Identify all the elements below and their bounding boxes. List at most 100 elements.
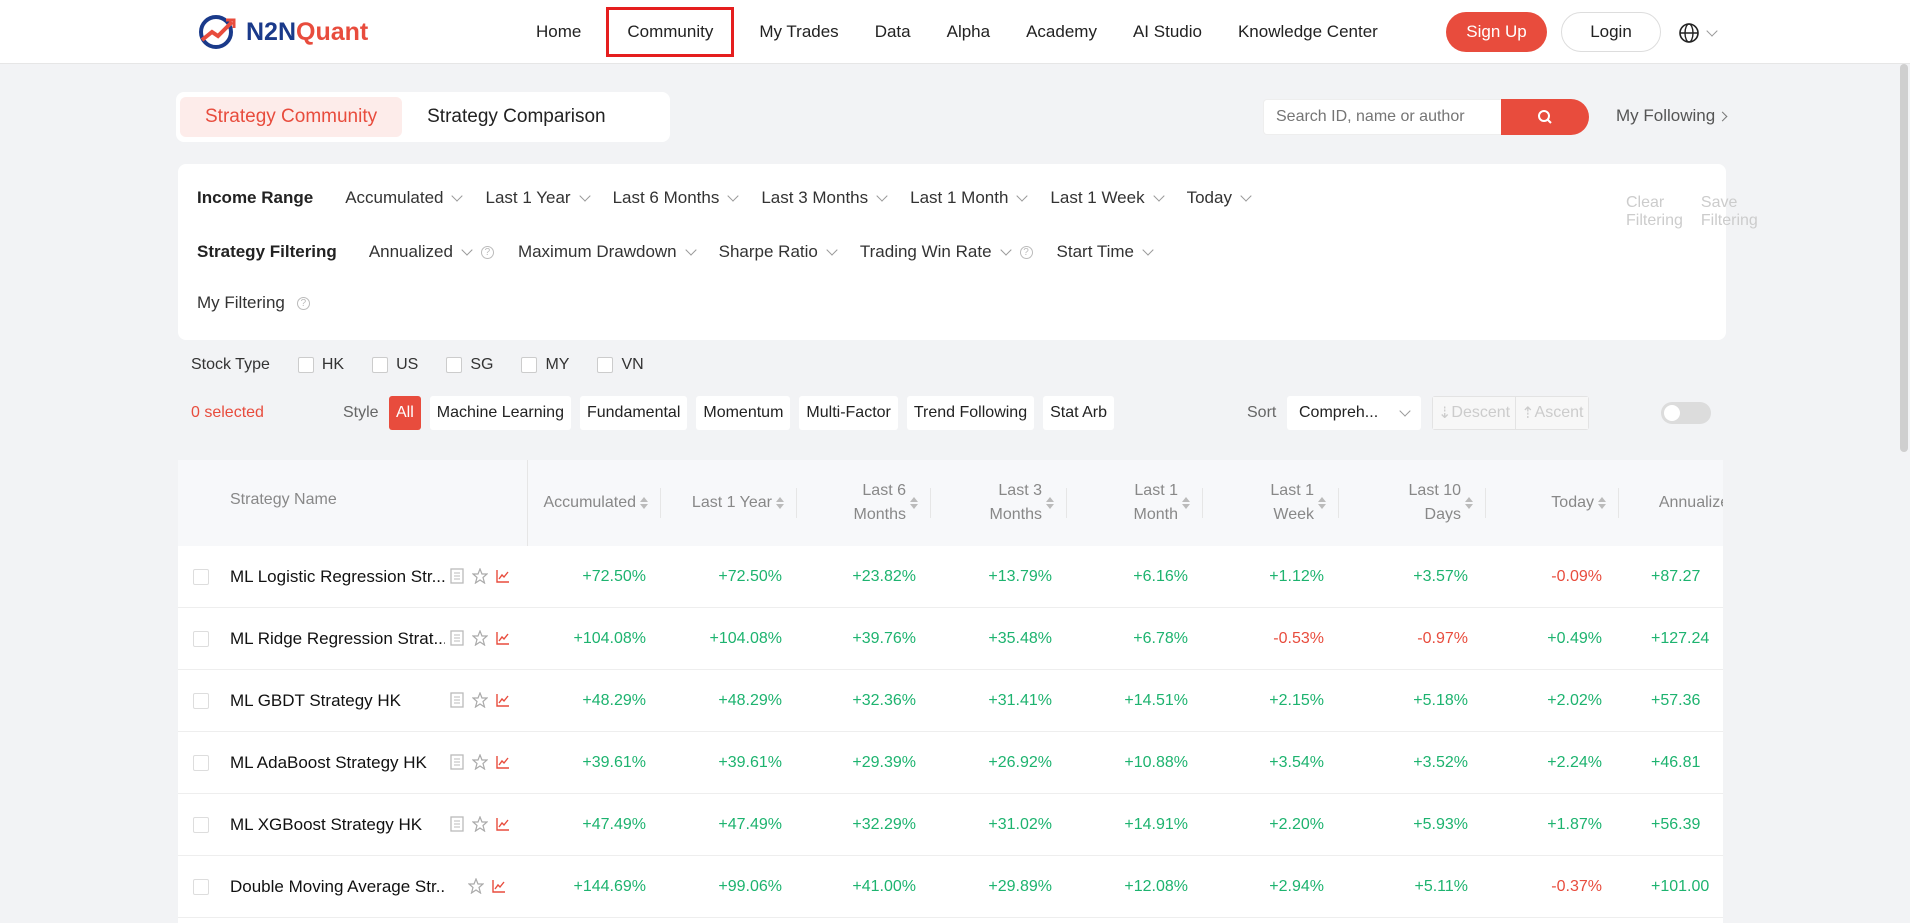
column-header[interactable]: Last 10 Days <box>1343 460 1473 546</box>
tab-strategy-comparison[interactable]: Strategy Comparison <box>402 97 630 137</box>
sort-select[interactable]: Compreh... <box>1287 396 1421 430</box>
help-icon[interactable]: ? <box>296 296 310 310</box>
signup-button[interactable]: Sign Up <box>1446 12 1547 52</box>
row-checkbox[interactable] <box>193 569 209 585</box>
document-icon[interactable] <box>450 568 464 584</box>
column-header[interactable]: Last 6 Months <box>788 460 918 546</box>
income-last-1-week[interactable]: Last 1 Week <box>1050 188 1165 208</box>
star-icon[interactable] <box>472 754 488 770</box>
return-value: +6.78% <box>1133 630 1188 647</box>
column-header[interactable]: Last 3 Months <box>924 460 1054 546</box>
sort-asc-icon: ⇡ <box>1521 405 1535 422</box>
chart-icon[interactable] <box>496 631 510 645</box>
descent-button[interactable]: ⇣ Descent <box>1433 397 1516 429</box>
return-value: +14.51% <box>1124 692 1188 709</box>
search-input[interactable] <box>1263 99 1501 135</box>
star-icon[interactable] <box>472 630 488 646</box>
table-row[interactable]: ML AdaBoost Strategy HK +39.61% +39.61% +29… <box>178 732 1723 794</box>
nav-home[interactable]: Home <box>518 0 599 64</box>
table-row[interactable]: ML XGBoost Strategy HK +47.49% +47.49% +32.… <box>178 794 1723 856</box>
return-value: +26.92% <box>988 754 1052 771</box>
my-following-link[interactable]: My Following <box>1616 106 1728 126</box>
column-header[interactable]: Accumulated <box>518 460 648 546</box>
strategy-name[interactable]: ML XGBoost Strategy HK <box>230 794 445 856</box>
strategy-name[interactable]: Double Moving Average Str... <box>230 856 445 918</box>
chart-icon[interactable] <box>496 755 510 769</box>
style-tag-fundamental[interactable]: Fundamental <box>579 396 688 430</box>
row-actions <box>450 816 510 832</box>
table-row[interactable]: ML GBDT Strategy HK +48.29% +48.29% +32.36%… <box>178 670 1723 732</box>
stock-my-checkbox[interactable] <box>521 357 538 373</box>
logo[interactable]: N2NQuant <box>198 14 368 50</box>
table-row[interactable]: Double Moving Average Str... +144.69% +99.… <box>178 856 1723 918</box>
income-last-3-months[interactable]: Last 3 Months <box>761 188 888 208</box>
nav-ai-studio[interactable]: AI Studio <box>1115 0 1220 64</box>
row-checkbox[interactable] <box>193 879 209 895</box>
nav-community[interactable]: Community <box>599 0 741 64</box>
row-checkbox[interactable] <box>193 817 209 833</box>
row-checkbox[interactable] <box>193 693 209 709</box>
document-icon[interactable] <box>450 692 464 708</box>
return-value: +46.81 <box>1651 754 1701 771</box>
row-checkbox[interactable] <box>193 755 209 771</box>
filter-start-time[interactable]: Start Time <box>1057 242 1154 262</box>
table-row[interactable]: ML Logistic Regression Str... +72.50% +72.… <box>178 546 1723 608</box>
chart-icon[interactable] <box>496 693 510 707</box>
style-tag-momentum[interactable]: Momentum <box>696 396 791 430</box>
filter-annualized[interactable]: Annualized? <box>369 242 494 262</box>
strategy-name[interactable]: ML Logistic Regression Str... <box>230 546 445 608</box>
income-last-6-months[interactable]: Last 6 Months <box>613 188 740 208</box>
strategy-name[interactable]: ML GBDT Strategy HK <box>230 670 445 732</box>
document-icon[interactable] <box>450 816 464 832</box>
star-icon[interactable] <box>472 692 488 708</box>
column-header[interactable]: Last 1 Week <box>1196 460 1326 546</box>
nav-academy[interactable]: Academy <box>1008 0 1115 64</box>
style-tag-all[interactable]: All <box>389 396 421 430</box>
star-icon[interactable] <box>472 816 488 832</box>
income-accumulated[interactable]: Accumulated <box>345 188 464 208</box>
tab-strategy-community[interactable]: Strategy Community <box>180 97 403 137</box>
style-tag-machine-learning[interactable]: Machine Learning <box>429 396 571 430</box>
stock-vn-checkbox[interactable] <box>597 357 614 373</box>
nav-data[interactable]: Data <box>857 0 929 64</box>
income-last-1-month[interactable]: Last 1 Month <box>910 188 1029 208</box>
style-tag-stat-arb[interactable]: Stat Arb <box>1043 396 1115 430</box>
search-button[interactable] <box>1501 99 1589 135</box>
row-checkbox[interactable] <box>193 631 209 647</box>
style-tag-multi-factor[interactable]: Multi-Factor <box>799 396 898 430</box>
stock-us-checkbox[interactable] <box>372 357 389 373</box>
star-icon[interactable] <box>468 878 484 894</box>
chart-icon[interactable] <box>492 879 506 893</box>
income-today[interactable]: Today <box>1187 188 1252 208</box>
filter-max-drawdown[interactable]: Maximum Drawdown <box>518 242 697 262</box>
column-header[interactable]: Last 1 Month <box>1060 460 1190 546</box>
save-filtering-button[interactable]: Save Filtering <box>1701 194 1758 230</box>
column-header[interactable]: Annualized <box>1608 460 1723 546</box>
style-tag-trend-following[interactable]: Trend Following <box>906 396 1035 430</box>
login-button[interactable]: Login <box>1561 12 1661 52</box>
nav-alpha[interactable]: Alpha <box>929 0 1008 64</box>
stock-sg-checkbox[interactable] <box>446 357 463 373</box>
language-selector[interactable] <box>1678 22 1718 44</box>
filter-trading-win-rate[interactable]: Trading Win Rate? <box>860 242 1033 262</box>
nav-my-trades[interactable]: My Trades <box>741 0 856 64</box>
page-scrollbar[interactable] <box>1900 64 1908 452</box>
view-toggle[interactable] <box>1661 402 1711 424</box>
star-icon[interactable] <box>472 568 488 584</box>
income-last-1-year[interactable]: Last 1 Year <box>485 188 591 208</box>
document-icon[interactable] <box>450 630 464 646</box>
main-nav: Home Community My Trades Data Alpha Acad… <box>518 0 1396 64</box>
column-header[interactable]: Today <box>1476 460 1606 546</box>
table-row[interactable]: ML Ridge Regression Strat... +104.08% +104… <box>178 608 1723 670</box>
column-header[interactable]: Last 1 Year <box>654 460 784 546</box>
strategy-name[interactable]: ML AdaBoost Strategy HK <box>230 732 445 794</box>
strategy-name[interactable]: ML Ridge Regression Strat... <box>230 608 445 670</box>
clear-filtering-button[interactable]: Clear Filtering <box>1626 194 1683 230</box>
filter-sharpe-ratio[interactable]: Sharpe Ratio <box>719 242 838 262</box>
document-icon[interactable] <box>450 754 464 770</box>
ascent-button[interactable]: ⇡ Ascent <box>1515 397 1589 429</box>
chart-icon[interactable] <box>496 569 510 583</box>
stock-hk-checkbox[interactable] <box>297 357 314 373</box>
nav-knowledge-center[interactable]: Knowledge Center <box>1220 0 1396 64</box>
chart-icon[interactable] <box>496 817 510 831</box>
